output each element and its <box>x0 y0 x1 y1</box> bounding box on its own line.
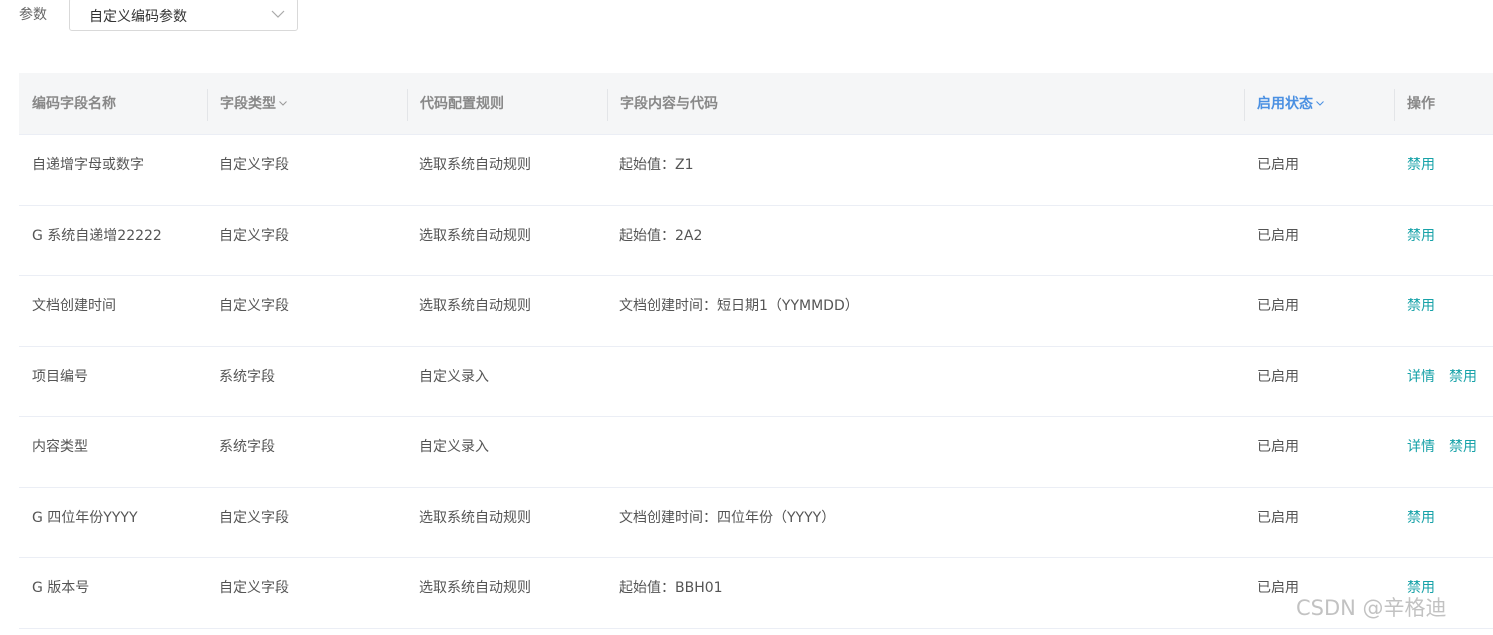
table-row: 内容类型 系统字段 自定义录入 已启用 详情 禁用 <box>19 417 1493 488</box>
cell-field-type: 自定义字段 <box>219 298 289 314</box>
chevron-down-icon <box>1316 100 1324 106</box>
cell-field-name: 内容类型 <box>32 439 88 455</box>
watermark: CSDN @辛格迪 <box>1296 596 1447 620</box>
header-field-type[interactable]: 字段类型 <box>207 73 407 135</box>
cell-field-type: 自定义字段 <box>219 509 289 526</box>
table-row: 文档创建时间 自定义字段 选取系统自动规则 文档创建时间：短日期1（YYMMDD… <box>19 276 1493 347</box>
cell-config-rule: 选取系统自动规则 <box>419 580 531 596</box>
cell-field-type: 系统字段 <box>219 368 275 385</box>
disable-link[interactable]: 禁用 <box>1449 439 1477 455</box>
cell-content-code: 起始值：Z1 <box>619 157 694 173</box>
disable-link[interactable]: 禁用 <box>1407 228 1435 244</box>
cell-status: 已启用 <box>1257 157 1299 173</box>
detail-link[interactable]: 详情 <box>1407 439 1435 455</box>
cell-status: 已启用 <box>1257 509 1299 526</box>
cell-field-name: G 系统自递增22222 <box>32 227 162 244</box>
header-content-code: 字段内容与代码 <box>607 73 1244 135</box>
table-header: 编码字段名称 字段类型 代码配置规则 字段内容与代码 启用状态 操作 <box>19 73 1493 135</box>
param-select-value: 自定义编码参数 <box>89 9 187 25</box>
cell-field-name: G 四位年份YYYY <box>32 509 138 526</box>
cell-content-code <box>607 347 1244 417</box>
cell-field-name: 自递增字母或数字 <box>32 157 144 173</box>
header-field-name: 编码字段名称 <box>32 96 116 112</box>
table-row: 项目编号 系统字段 自定义录入 已启用 详情 禁用 <box>19 347 1493 417</box>
cell-actions: 禁用 <box>1394 488 1493 558</box>
param-select[interactable]: 自定义编码参数 <box>69 0 298 31</box>
cell-actions: 详情 禁用 <box>1394 417 1493 487</box>
cell-config-rule: 选取系统自动规则 <box>419 298 531 314</box>
cell-config-rule: 自定义录入 <box>419 439 489 455</box>
encoding-field-table: 编码字段名称 字段类型 代码配置规则 字段内容与代码 启用状态 操作 自递增字母… <box>19 73 1493 629</box>
header-config-rule: 代码配置规则 <box>407 73 607 135</box>
chevron-down-icon <box>271 10 285 18</box>
cell-field-name: G 版本号 <box>32 580 90 596</box>
cell-status: 已启用 <box>1257 298 1299 314</box>
cell-field-name: 项目编号 <box>32 368 88 385</box>
cell-config-rule: 选取系统自动规则 <box>419 227 531 244</box>
cell-field-type: 自定义字段 <box>219 580 289 596</box>
detail-link[interactable]: 详情 <box>1407 369 1435 385</box>
cell-field-type: 自定义字段 <box>219 227 289 244</box>
cell-config-rule: 选取系统自动规则 <box>419 157 531 173</box>
table-row: G 四位年份YYYY 自定义字段 选取系统自动规则 文档创建时间：四位年份（YY… <box>19 488 1493 558</box>
cell-actions: 禁用 <box>1394 135 1493 205</box>
cell-actions: 详情 禁用 <box>1394 347 1493 417</box>
cell-config-rule: 选取系统自动规则 <box>419 509 531 526</box>
table-row: 自递增字母或数字 自定义字段 选取系统自动规则 起始值：Z1 已启用 禁用 <box>19 135 1493 206</box>
cell-status: 已启用 <box>1257 368 1299 385</box>
cell-status: 已启用 <box>1257 227 1299 244</box>
cell-actions: 禁用 <box>1394 276 1493 346</box>
cell-content-code: 起始值：2A2 <box>619 227 703 244</box>
cell-content-code: 文档创建时间：短日期1（YYMMDD） <box>619 298 859 314</box>
cell-status: 已启用 <box>1257 439 1299 455</box>
cell-content-code: 文档创建时间：四位年份（YYYY） <box>619 509 836 526</box>
chevron-down-icon <box>279 100 287 106</box>
table-row: G 版本号 自定义字段 选取系统自动规则 起始值：BBH01 已启用 禁用 <box>19 558 1493 629</box>
cell-actions: 禁用 <box>1394 206 1493 276</box>
filter-label: 参数 <box>19 7 47 23</box>
cell-config-rule: 自定义录入 <box>419 368 489 385</box>
cell-field-type: 系统字段 <box>219 439 275 455</box>
table-row: G 系统自递增22222 自定义字段 选取系统自动规则 起始值：2A2 已启用 … <box>19 206 1493 276</box>
cell-content-code <box>607 417 1244 487</box>
header-enable-status[interactable]: 启用状态 <box>1244 73 1394 135</box>
disable-link[interactable]: 禁用 <box>1407 510 1435 526</box>
cell-content-code: 起始值：BBH01 <box>619 580 723 596</box>
disable-link[interactable]: 禁用 <box>1449 369 1477 385</box>
header-actions: 操作 <box>1394 73 1493 135</box>
disable-link[interactable]: 禁用 <box>1407 157 1435 173</box>
cell-field-type: 自定义字段 <box>219 157 289 173</box>
cell-field-name: 文档创建时间 <box>32 298 116 314</box>
filter-bar: 参数 自定义编码参数 <box>0 0 1493 34</box>
disable-link[interactable]: 禁用 <box>1407 298 1435 314</box>
